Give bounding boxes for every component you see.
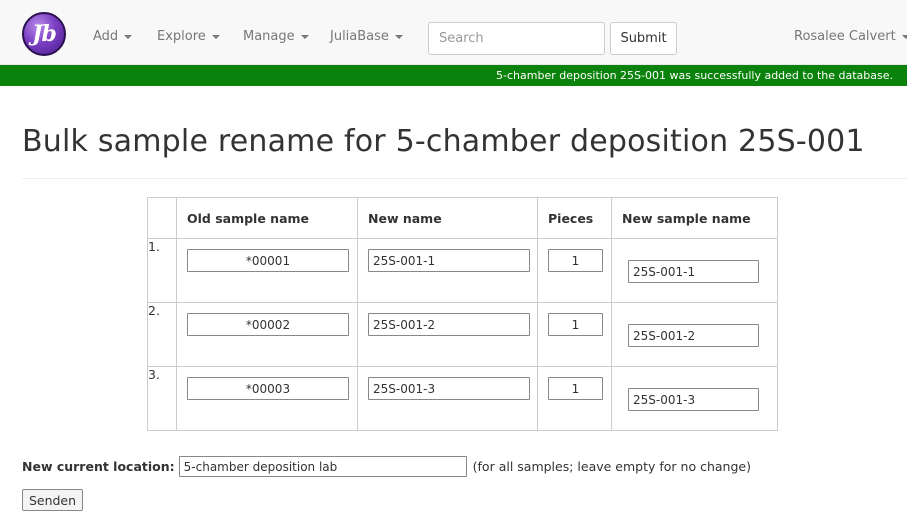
menu-add[interactable]: Add: [93, 29, 133, 44]
top-navbar: Jb Add Explore Manage JuliaBase Submit R…: [0, 0, 907, 65]
user-menu[interactable]: Rosalee Calvert: [794, 29, 907, 44]
caret-down-icon: [394, 34, 403, 39]
table-row: 1.: [147, 238, 778, 303]
page-title: Bulk sample rename for 5-chamber deposit…: [22, 124, 865, 159]
menu-juliabase[interactable]: JuliaBase: [330, 29, 403, 44]
location-label: New current location:: [22, 459, 175, 474]
search-input[interactable]: [428, 22, 605, 55]
row-index: 1.: [147, 238, 177, 303]
new-name-input[interactable]: [368, 313, 530, 336]
location-row: New current location: (for all samples; …: [22, 455, 751, 478]
header-new-sample-name: New sample name: [611, 197, 778, 239]
header-index: [147, 197, 177, 239]
caret-down-icon: [211, 34, 220, 39]
new-name-input[interactable]: [368, 377, 530, 400]
title-divider: [22, 178, 907, 179]
old-sample-name-input[interactable]: [187, 249, 349, 272]
caret-down-icon: [300, 34, 309, 39]
caret-down-icon: [124, 34, 133, 39]
send-button[interactable]: Senden: [22, 489, 83, 511]
old-sample-name-input[interactable]: [187, 377, 349, 400]
table-header-row: Old sample name New name Pieces New samp…: [147, 197, 778, 239]
pieces-input[interactable]: [548, 313, 603, 336]
menu-explore[interactable]: Explore: [157, 29, 220, 44]
pieces-input[interactable]: [548, 377, 603, 400]
success-alert: 5-chamber deposition 25S-001 was success…: [0, 65, 907, 86]
row-index: 2.: [147, 302, 177, 367]
menu-manage-label: Manage: [243, 29, 295, 44]
new-sample-name-input[interactable]: [628, 388, 759, 411]
logo-text: Jb: [32, 21, 57, 47]
menu-add-label: Add: [93, 29, 119, 44]
new-sample-name-input[interactable]: [628, 324, 759, 347]
row-index: 3.: [147, 366, 177, 431]
location-input[interactable]: [178, 456, 467, 477]
old-sample-name-input[interactable]: [187, 313, 349, 336]
header-pieces: Pieces: [537, 197, 612, 239]
search-submit-button[interactable]: Submit: [610, 22, 677, 55]
caret-down-icon: [901, 34, 907, 39]
header-new-name: New name: [357, 197, 538, 239]
user-name: Rosalee Calvert: [794, 29, 896, 44]
menu-juliabase-label: JuliaBase: [330, 29, 389, 44]
new-name-input[interactable]: [368, 249, 530, 272]
pieces-input[interactable]: [548, 249, 603, 272]
menu-manage[interactable]: Manage: [243, 29, 309, 44]
rename-table: Old sample name New name Pieces New samp…: [147, 197, 778, 431]
new-sample-name-input[interactable]: [628, 260, 759, 283]
table-row: 2.: [147, 302, 778, 367]
header-old-sample-name: Old sample name: [176, 197, 358, 239]
location-hint: (for all samples; leave empty for no cha…: [472, 459, 751, 474]
success-message: 5-chamber deposition 25S-001 was success…: [496, 69, 893, 82]
table-row: 3.: [147, 366, 778, 431]
juliabase-logo[interactable]: Jb: [22, 12, 66, 56]
menu-explore-label: Explore: [157, 29, 206, 44]
